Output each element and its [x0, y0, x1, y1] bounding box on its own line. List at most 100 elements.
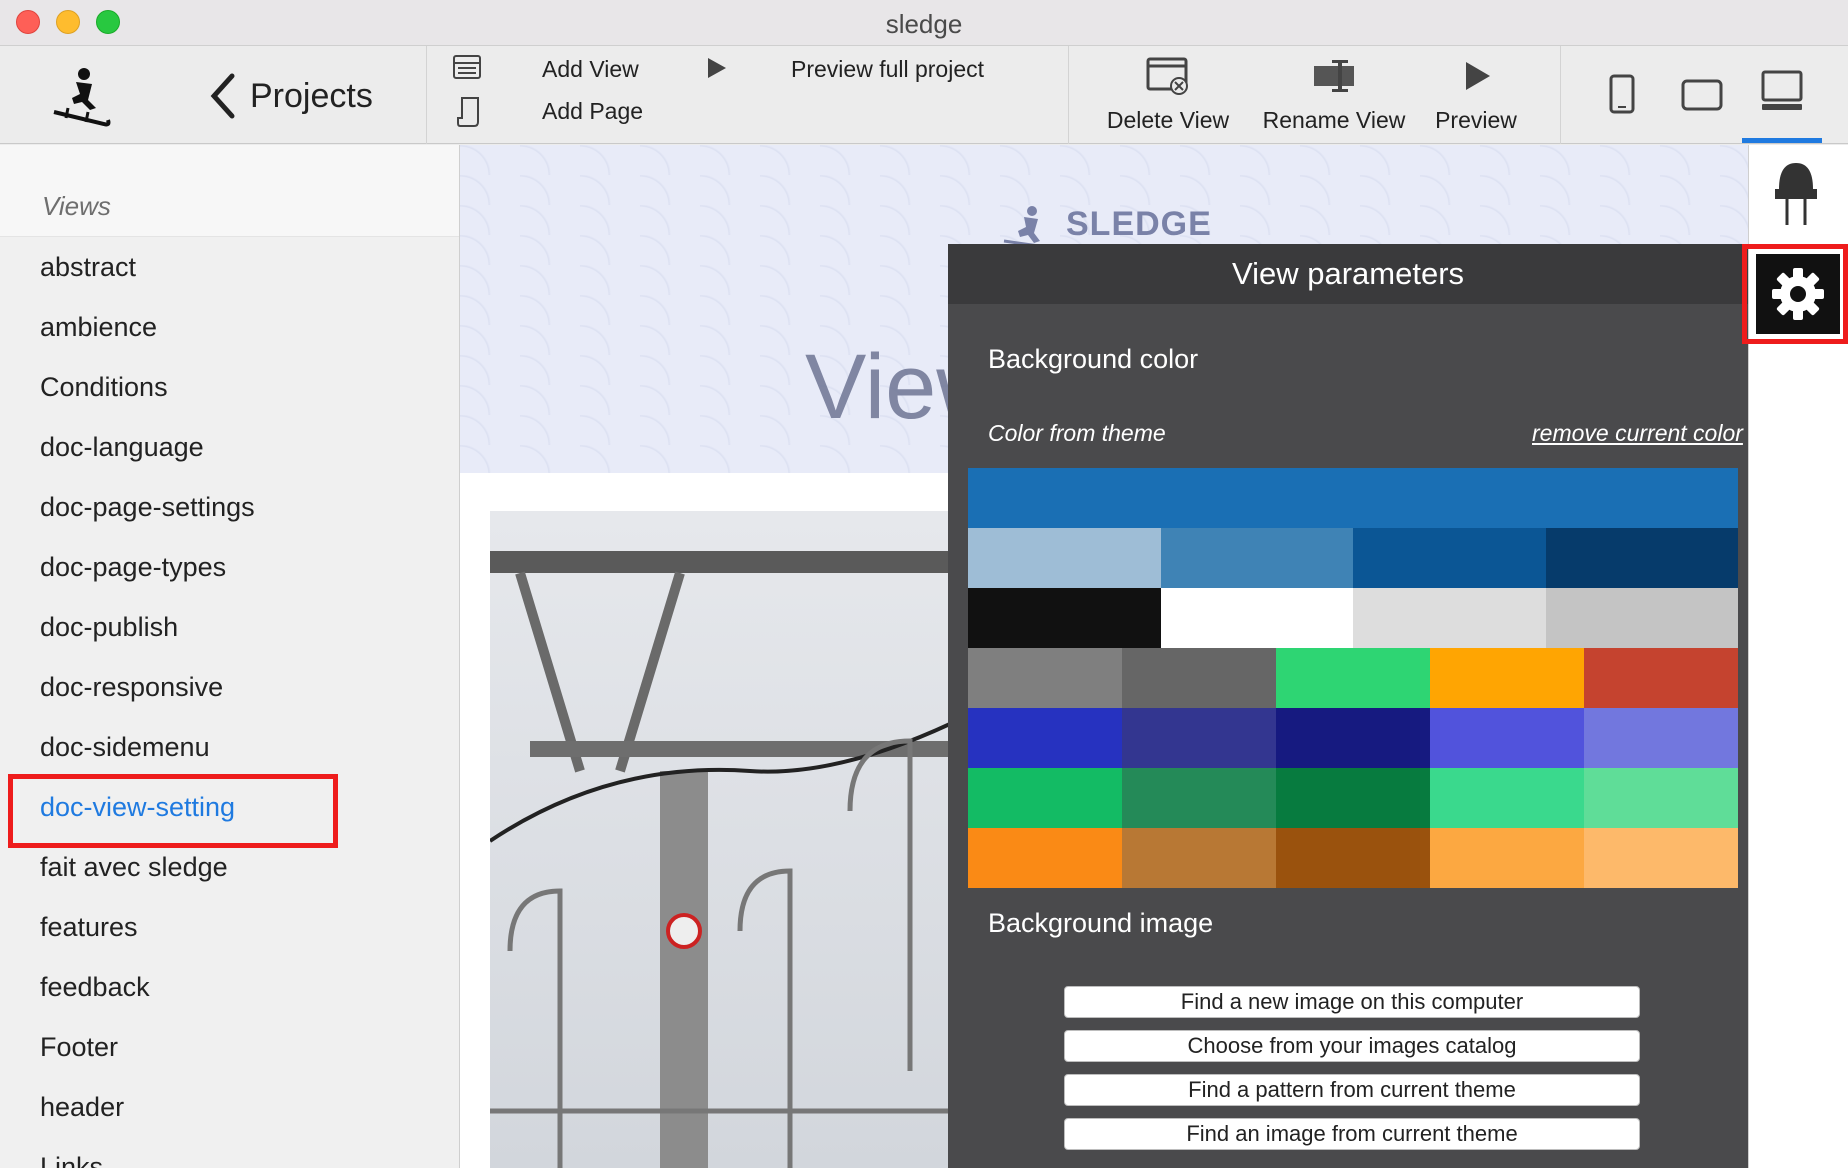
sidebar-item-links[interactable]: Links [0, 1137, 459, 1168]
active-layout-indicator [1742, 138, 1822, 143]
color-swatch[interactable] [1430, 648, 1584, 708]
rename-view-button[interactable]: Rename View [1258, 56, 1410, 134]
sidebar-item-conditions[interactable]: Conditions [0, 357, 459, 417]
color-swatch[interactable] [1584, 648, 1738, 708]
color-swatch[interactable] [1430, 828, 1584, 888]
choose-images-catalog-button[interactable]: Choose from your images catalog [1064, 1030, 1640, 1062]
color-swatch[interactable] [1353, 528, 1546, 588]
toolbar-divider [1068, 46, 1069, 144]
desktop-layout-icon[interactable] [1760, 70, 1804, 112]
delete-view-label: Delete View [1106, 107, 1230, 133]
color-swatch[interactable] [1430, 768, 1584, 828]
views-list: abstract ambience Conditions doc-languag… [0, 237, 459, 1168]
toolbar-divider [426, 46, 427, 144]
play-icon [1466, 62, 1490, 90]
plugin-icon[interactable] [1771, 159, 1821, 229]
add-view-button[interactable]: Add View [542, 56, 639, 83]
sidebar-item-header[interactable]: header [0, 1077, 459, 1137]
color-swatch[interactable] [1545, 588, 1738, 648]
view-parameters-panel: View parameters Background color Color f… [948, 244, 1748, 1168]
sidebar-item-abstract[interactable]: abstract [0, 237, 459, 297]
delete-view-icon [1146, 57, 1188, 95]
window-title: sledge [885, 9, 963, 39]
sidebar-item-doc-page-settings[interactable]: doc-page-settings [0, 477, 459, 537]
projects-back-button[interactable]: Projects [208, 68, 373, 124]
color-swatch-row [968, 708, 1738, 768]
color-swatch[interactable] [1160, 528, 1353, 588]
panel-title: View parameters [948, 244, 1748, 304]
color-swatch[interactable] [1122, 828, 1276, 888]
color-swatch-grid [968, 468, 1738, 888]
color-swatch[interactable] [968, 768, 1122, 828]
background-image-title: Background image [988, 908, 1214, 938]
play-icon[interactable] [706, 56, 728, 80]
rename-view-icon [1314, 60, 1354, 92]
sidebar-item-features[interactable]: features [0, 897, 459, 957]
toolbar-divider [1560, 46, 1561, 144]
projects-label: Projects [250, 76, 373, 115]
add-view-icon[interactable] [452, 54, 482, 80]
preview-label: Preview [1435, 107, 1517, 133]
color-swatch[interactable] [1545, 528, 1738, 588]
color-swatch-row [968, 828, 1738, 888]
add-page-button[interactable]: Add Page [542, 98, 643, 125]
find-image-theme-button[interactable]: Find an image from current theme [1064, 1118, 1640, 1150]
sidebar-item-doc-language[interactable]: doc-language [0, 417, 459, 477]
color-swatch[interactable] [1122, 768, 1276, 828]
brand-text: SLEDGE [1066, 205, 1212, 243]
color-swatch[interactable] [968, 588, 1161, 648]
sidebar-item-feedback[interactable]: feedback [0, 957, 459, 1017]
phone-layout-icon[interactable] [1608, 74, 1636, 114]
color-swatch[interactable] [1276, 648, 1430, 708]
color-swatch[interactable] [1584, 828, 1738, 888]
color-swatch-row [968, 648, 1738, 708]
color-swatch-row [968, 768, 1738, 828]
views-heading: Views [0, 145, 459, 237]
sidebar-item-doc-page-types[interactable]: doc-page-types [0, 537, 459, 597]
delete-view-button[interactable]: Delete View [1100, 56, 1236, 134]
find-pattern-theme-button[interactable]: Find a pattern from current theme [1064, 1074, 1640, 1106]
sledge-logo-icon [53, 68, 111, 127]
color-swatch[interactable] [1122, 708, 1276, 768]
sledge-brand-icon [1003, 206, 1047, 249]
chevron-left-icon [210, 73, 235, 119]
sidebar-item-fait-avec-sledge[interactable]: fait avec sledge [0, 837, 459, 897]
color-swatch[interactable] [1584, 708, 1738, 768]
view-settings-button[interactable] [1756, 254, 1840, 334]
title-bar: sledge [0, 0, 1848, 46]
color-swatch[interactable] [968, 468, 1738, 528]
background-color-title: Background color [988, 344, 1199, 374]
background-image-buttons: Find a new image on this computer Choose… [1064, 986, 1640, 1162]
toolbar: Projects Add View Add Page Preview full … [0, 46, 1848, 144]
color-swatch[interactable] [1160, 588, 1353, 648]
color-swatch[interactable] [968, 528, 1161, 588]
preview-full-project-button[interactable]: Preview full project [791, 56, 984, 83]
color-swatch-row [968, 588, 1738, 648]
color-swatch[interactable] [1276, 828, 1430, 888]
add-page-icon[interactable] [456, 96, 482, 128]
gear-icon [1772, 268, 1824, 320]
sidebar-item-footer[interactable]: Footer [0, 1017, 459, 1077]
tablet-layout-icon[interactable] [1680, 78, 1724, 112]
color-swatch[interactable] [1276, 768, 1430, 828]
color-swatch[interactable] [1584, 768, 1738, 828]
find-image-computer-button[interactable]: Find a new image on this computer [1064, 986, 1640, 1018]
remove-current-color-link[interactable]: remove current color [1532, 420, 1750, 447]
sidebar-item-doc-view-setting[interactable]: doc-view-setting [0, 777, 459, 837]
sidebar-item-doc-sidemenu[interactable]: doc-sidemenu [0, 717, 459, 777]
preview-button[interactable]: Preview [1428, 56, 1524, 134]
color-swatch-row [968, 468, 1738, 528]
views-sidebar: Views abstract ambience Conditions doc-l… [0, 145, 460, 1168]
color-swatch-row [968, 528, 1738, 588]
color-swatch[interactable] [1122, 648, 1276, 708]
sidebar-item-ambience[interactable]: ambience [0, 297, 459, 357]
color-swatch[interactable] [1353, 588, 1546, 648]
color-swatch[interactable] [968, 648, 1122, 708]
color-swatch[interactable] [968, 828, 1122, 888]
sidebar-item-doc-publish[interactable]: doc-publish [0, 597, 459, 657]
sidebar-item-doc-responsive[interactable]: doc-responsive [0, 657, 459, 717]
color-swatch[interactable] [1276, 708, 1430, 768]
color-swatch[interactable] [968, 708, 1122, 768]
rename-view-label: Rename View [1262, 107, 1406, 133]
color-swatch[interactable] [1430, 708, 1584, 768]
